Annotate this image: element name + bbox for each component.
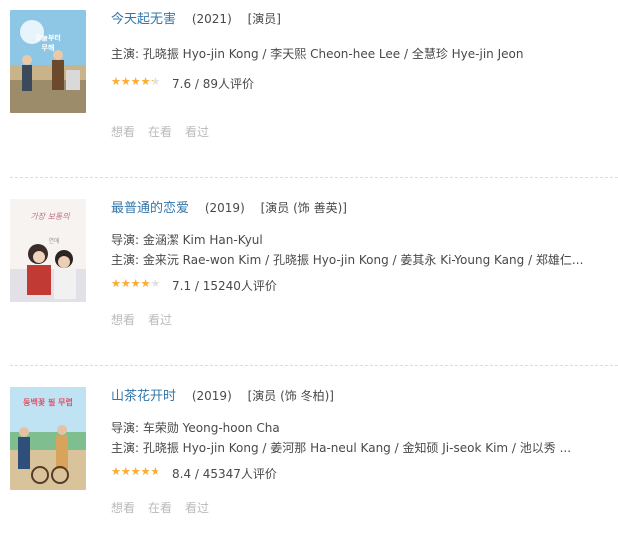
svg-text:연애: 연애 bbox=[48, 237, 59, 245]
svg-text:동백꽃 필 무렵: 동백꽃 필 무렵 bbox=[23, 397, 73, 407]
movie-title-link[interactable]: 最普通的恋爱 bbox=[111, 201, 189, 216]
movie-title-link[interactable]: 今天起无害 bbox=[111, 12, 176, 27]
subject-list: 오늘부터 무해 今天起无害 (2021) [演员] 主演: 孔晓振 Hyo-ji… bbox=[0, 0, 618, 536]
poster-image[interactable]: 동백꽃 필 무렵 bbox=[10, 387, 86, 490]
want-to-watch-link[interactable]: 想看 bbox=[111, 501, 135, 515]
movie-role: [演员 (饰 善英)] bbox=[260, 201, 347, 215]
director-line: 导演: 金涵潔 Kim Han-Kyul bbox=[111, 233, 263, 247]
star-rating: ★★★★★ ★★★★★ bbox=[111, 465, 161, 478]
divider bbox=[10, 365, 618, 366]
rating-text: 7.1 / 15240人评价 bbox=[172, 279, 277, 293]
divider bbox=[10, 177, 618, 178]
star-fill: ★★★★★ bbox=[111, 465, 158, 478]
svg-text:오늘부터: 오늘부터 bbox=[35, 33, 61, 42]
rating-row: ★★★★★ ★★★★★ 8.4 / 45347人评价 bbox=[111, 465, 611, 483]
movie-year: (2019) bbox=[204, 201, 245, 215]
watched-link[interactable]: 看过 bbox=[185, 501, 209, 515]
star-fill: ★★★★★ bbox=[111, 75, 153, 88]
rating-row: ★★★★★ ★★★★★ 7.6 / 89人评价 bbox=[111, 75, 611, 93]
movie-role: [演员] bbox=[247, 12, 281, 26]
watching-link[interactable]: 在看 bbox=[148, 501, 172, 515]
poster-image[interactable]: 오늘부터 무해 bbox=[10, 10, 86, 113]
cast-line: 主演: 金来沅 Rae-won Kim / 孔晓振 Hyo-jin Kong /… bbox=[111, 253, 584, 267]
movie-role: [演员 (饰 冬柏)] bbox=[247, 389, 334, 403]
star-fill: ★★★★★ bbox=[111, 277, 151, 290]
rating-text: 8.4 / 45347人评价 bbox=[172, 467, 277, 481]
watched-link[interactable]: 看过 bbox=[185, 125, 209, 139]
rating-row: ★★★★★ ★★★★★ 7.1 / 15240人评价 bbox=[111, 277, 611, 295]
star-rating: ★★★★★ ★★★★★ bbox=[111, 75, 161, 88]
svg-text:가장 보통의: 가장 보통의 bbox=[30, 212, 70, 221]
action-links: 想看 在看 看过 bbox=[111, 123, 611, 140]
director-line: 导演: 车荣勋 Yeong-hoon Cha bbox=[111, 421, 280, 435]
poster-image[interactable]: 가장 보통의 연애 bbox=[10, 199, 86, 302]
cast-line: 主演: 孔晓振 Hyo-jin Kong / 姜河那 Ha-neul Kang … bbox=[111, 441, 572, 455]
action-links: 想看 看过 bbox=[111, 311, 611, 328]
watching-link[interactable]: 在看 bbox=[148, 125, 172, 139]
svg-text:무해: 무해 bbox=[42, 43, 55, 52]
star-rating: ★★★★★ ★★★★★ bbox=[111, 277, 161, 290]
movie-title-link[interactable]: 山茶花开时 bbox=[111, 389, 176, 404]
action-links: 想看 在看 看过 bbox=[111, 499, 611, 516]
rating-text: 7.6 / 89人评价 bbox=[172, 77, 255, 91]
movie-year: (2021) bbox=[191, 12, 232, 26]
cast-line: 主演: 孔晓振 Hyo-jin Kong / 李天熙 Cheon-hee Lee… bbox=[111, 47, 524, 61]
watched-link[interactable]: 看过 bbox=[148, 313, 172, 327]
movie-year: (2019) bbox=[191, 389, 232, 403]
want-to-watch-link[interactable]: 想看 bbox=[111, 313, 135, 327]
want-to-watch-link[interactable]: 想看 bbox=[111, 125, 135, 139]
